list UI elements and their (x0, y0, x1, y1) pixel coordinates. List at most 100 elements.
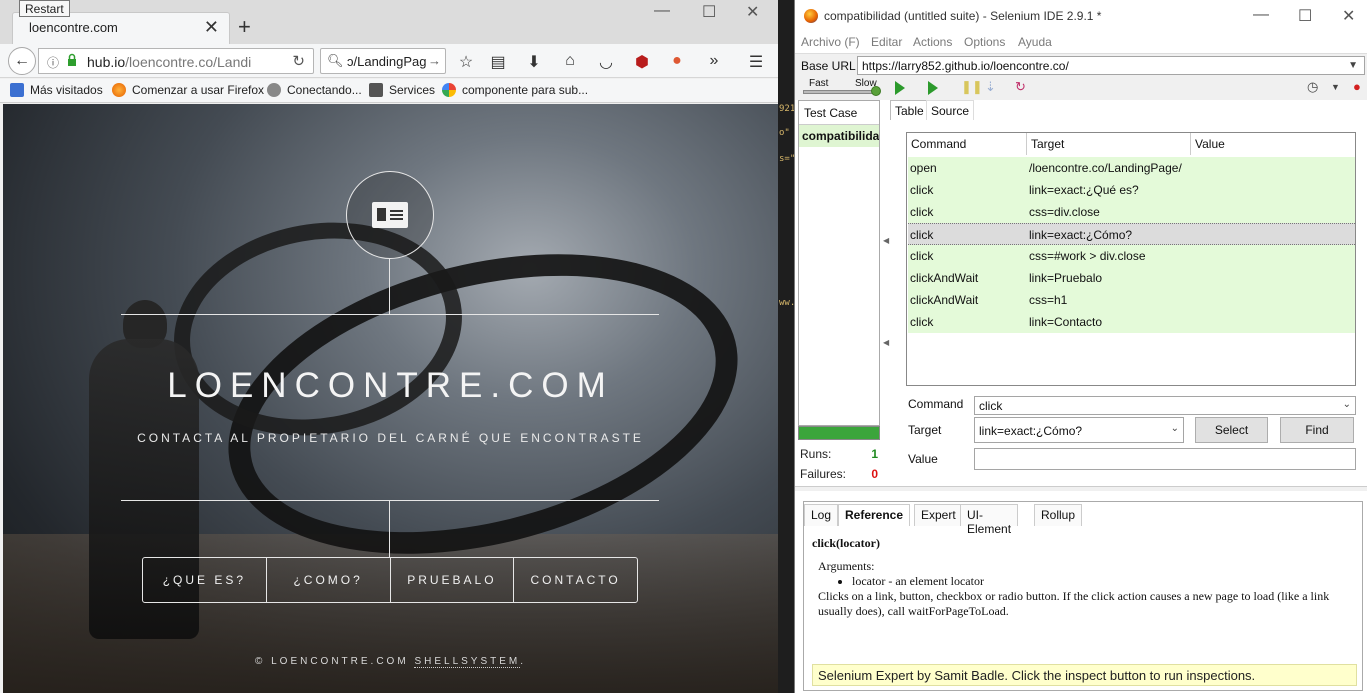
google-icon (442, 83, 456, 97)
duckduckgo-icon[interactable]: ● (667, 52, 687, 70)
command-input[interactable]: click ⌄ (974, 396, 1356, 415)
menu-ayuda[interactable]: Ayuda (1018, 35, 1052, 49)
tab-reference[interactable]: Reference (838, 504, 911, 526)
runs-label: Runs: (800, 447, 832, 461)
url-bar[interactable]: ⓘ hub.io/loencontre.co/Landi ↻ (38, 48, 314, 74)
pane-splitter[interactable] (795, 486, 1367, 491)
step-icon[interactable]: ⇣ (985, 79, 996, 95)
nav-que-es[interactable]: ¿QUE ES? (143, 558, 267, 602)
cell-command: click (910, 228, 934, 242)
search-bar[interactable]: 🔍︎ ɔ/LandingPag → (320, 48, 446, 74)
close-window-icon[interactable]: ✕ (1342, 6, 1355, 26)
nav-pruebalo[interactable]: PRUEBALO (391, 558, 515, 602)
hamburger-menu-icon[interactable]: ☰ (746, 52, 766, 72)
site-footer: © LOENCONTRE.COM SHELLSYSTEM. (3, 656, 778, 668)
cell-target: link=exact:¿Cómo? (1029, 228, 1133, 242)
restart-tooltip: Restart (19, 0, 70, 17)
collapse-arrow-icon[interactable]: ◀ (883, 236, 889, 245)
tab-ui-element[interactable]: UI-Element (960, 504, 1019, 536)
column-value[interactable]: Value (1191, 133, 1355, 155)
bookmark-services[interactable]: Services (369, 83, 435, 97)
base-url-input[interactable]: https://larry852.github.io/loencontre.co… (857, 56, 1365, 75)
lock-icon (68, 53, 76, 66)
expert-message: Selenium Expert by Samit Badle. Click th… (812, 664, 1357, 686)
chevron-down-icon[interactable]: ⌄ (1343, 399, 1351, 410)
play-testcase-icon[interactable] (928, 81, 938, 95)
pocket-icon[interactable]: ◡ (596, 52, 616, 72)
globe-icon (267, 83, 281, 97)
tab-log[interactable]: Log (804, 504, 839, 526)
menu-actions[interactable]: Actions (913, 35, 952, 49)
column-command[interactable]: Command (907, 133, 1027, 155)
back-arrow-icon[interactable]: ← (8, 47, 36, 75)
tab-expert[interactable]: Expert (914, 504, 963, 526)
minimize-icon[interactable]: — (654, 2, 670, 20)
download-icon[interactable]: ⬇ (524, 52, 544, 72)
collapse-arrow-icon[interactable]: ◀ (883, 338, 889, 347)
id-card-icon (372, 202, 408, 228)
nav-contacto[interactable]: CONTACTO (514, 558, 637, 602)
services-icon (369, 83, 383, 97)
new-tab-icon[interactable]: + (238, 14, 251, 40)
target-input[interactable]: link=exact:¿Cómo? ⌄ (974, 417, 1184, 443)
command-row[interactable]: open/loencontre.co/LandingPage/ (908, 157, 1355, 179)
command-row[interactable]: click css=#work > div.close (908, 245, 1355, 267)
rollup-icon[interactable]: ↻ (1015, 79, 1026, 95)
chevron-down-icon[interactable]: ▼ (1348, 60, 1358, 71)
command-row[interactable]: click link=exact:¿Cómo? (908, 223, 1355, 245)
command-row[interactable]: clickAndWait link=Pruebalo (908, 267, 1355, 289)
value-input[interactable] (974, 448, 1356, 470)
tab-table[interactable]: Table (890, 100, 929, 120)
menu-options[interactable]: Options (964, 35, 1005, 49)
info-icon[interactable]: ⓘ (47, 54, 59, 71)
code-snippet: s=" (779, 154, 796, 164)
bookmark-firefox[interactable]: Comenzar a usar Firefox (112, 83, 264, 97)
cell-command: click (910, 205, 934, 219)
command-row[interactable]: click link=exact:¿Qué es? (908, 179, 1355, 201)
schedule-clock-icon[interactable]: ◷ (1307, 79, 1318, 95)
speed-slider[interactable] (803, 90, 878, 94)
pause-icon[interactable]: ❚❚ (961, 79, 983, 95)
nav-como[interactable]: ¿COMO? (267, 558, 391, 602)
bookmarks-toolbar: Más visitados Comenzar a usar Firefox Co… (0, 79, 778, 103)
play-suite-icon[interactable] (895, 81, 905, 95)
search-input[interactable]: ɔ/LandingPag (347, 54, 429, 69)
bookmark-star-icon[interactable]: ☆ (456, 52, 476, 72)
speed-slider-handle[interactable] (871, 86, 881, 96)
overflow-chevron-icon[interactable]: » (704, 52, 724, 70)
column-target[interactable]: Target (1027, 133, 1191, 155)
command-row[interactable]: click css=div.close (908, 201, 1355, 223)
testcase-item[interactable]: compatibilidad (799, 125, 879, 147)
bookmark-conectando[interactable]: Conectando... (267, 83, 362, 97)
reference-content: click(locator) Arguments: locator - an e… (812, 536, 1352, 619)
reference-description: Clicks on a link, button, checkbox or ra… (818, 589, 1330, 618)
cell-command: click (910, 249, 934, 263)
command-row[interactable]: clickAndWait css=h1 (908, 289, 1355, 311)
home-icon[interactable]: ⌂ (560, 52, 580, 70)
menu-editar[interactable]: Editar (871, 35, 902, 49)
chevron-down-icon[interactable]: ⌄ (1171, 423, 1179, 434)
minimize-icon[interactable]: — (1253, 6, 1269, 24)
command-row[interactable]: click link=Contacto (908, 311, 1355, 333)
tab-close-icon[interactable]: ✕ (204, 17, 219, 38)
reload-icon[interactable]: ↻ (292, 52, 305, 70)
search-icon: 🔍︎ (327, 53, 344, 68)
select-button[interactable]: Select (1195, 417, 1268, 443)
find-button[interactable]: Find (1280, 417, 1354, 443)
tab-source[interactable]: Source (926, 100, 975, 120)
firefox-titlebar: Restart loencontre.com ✕ + — ☐ ✕ (0, 0, 778, 44)
footer-link[interactable]: SHELLSYSTEM (414, 656, 521, 668)
search-go-icon[interactable]: → (428, 53, 441, 68)
maximize-icon[interactable]: ☐ (1298, 6, 1312, 26)
bookmark-componente[interactable]: componente para sub... (442, 83, 588, 97)
record-icon[interactable]: ● (1353, 79, 1361, 94)
bookmark-mas-visitados[interactable]: Más visitados (10, 83, 103, 97)
chevron-down-icon[interactable]: ▼ (1331, 82, 1340, 92)
tab-rollup[interactable]: Rollup (1034, 504, 1083, 526)
close-window-icon[interactable]: ✕ (746, 2, 759, 22)
ublock-icon[interactable]: ⬢ (632, 52, 652, 72)
menu-archivo[interactable]: Archivo (F) (801, 35, 860, 49)
maximize-icon[interactable]: ☐ (702, 2, 716, 22)
target-label: Target (908, 423, 942, 437)
reading-list-icon[interactable]: ▤ (488, 52, 508, 72)
